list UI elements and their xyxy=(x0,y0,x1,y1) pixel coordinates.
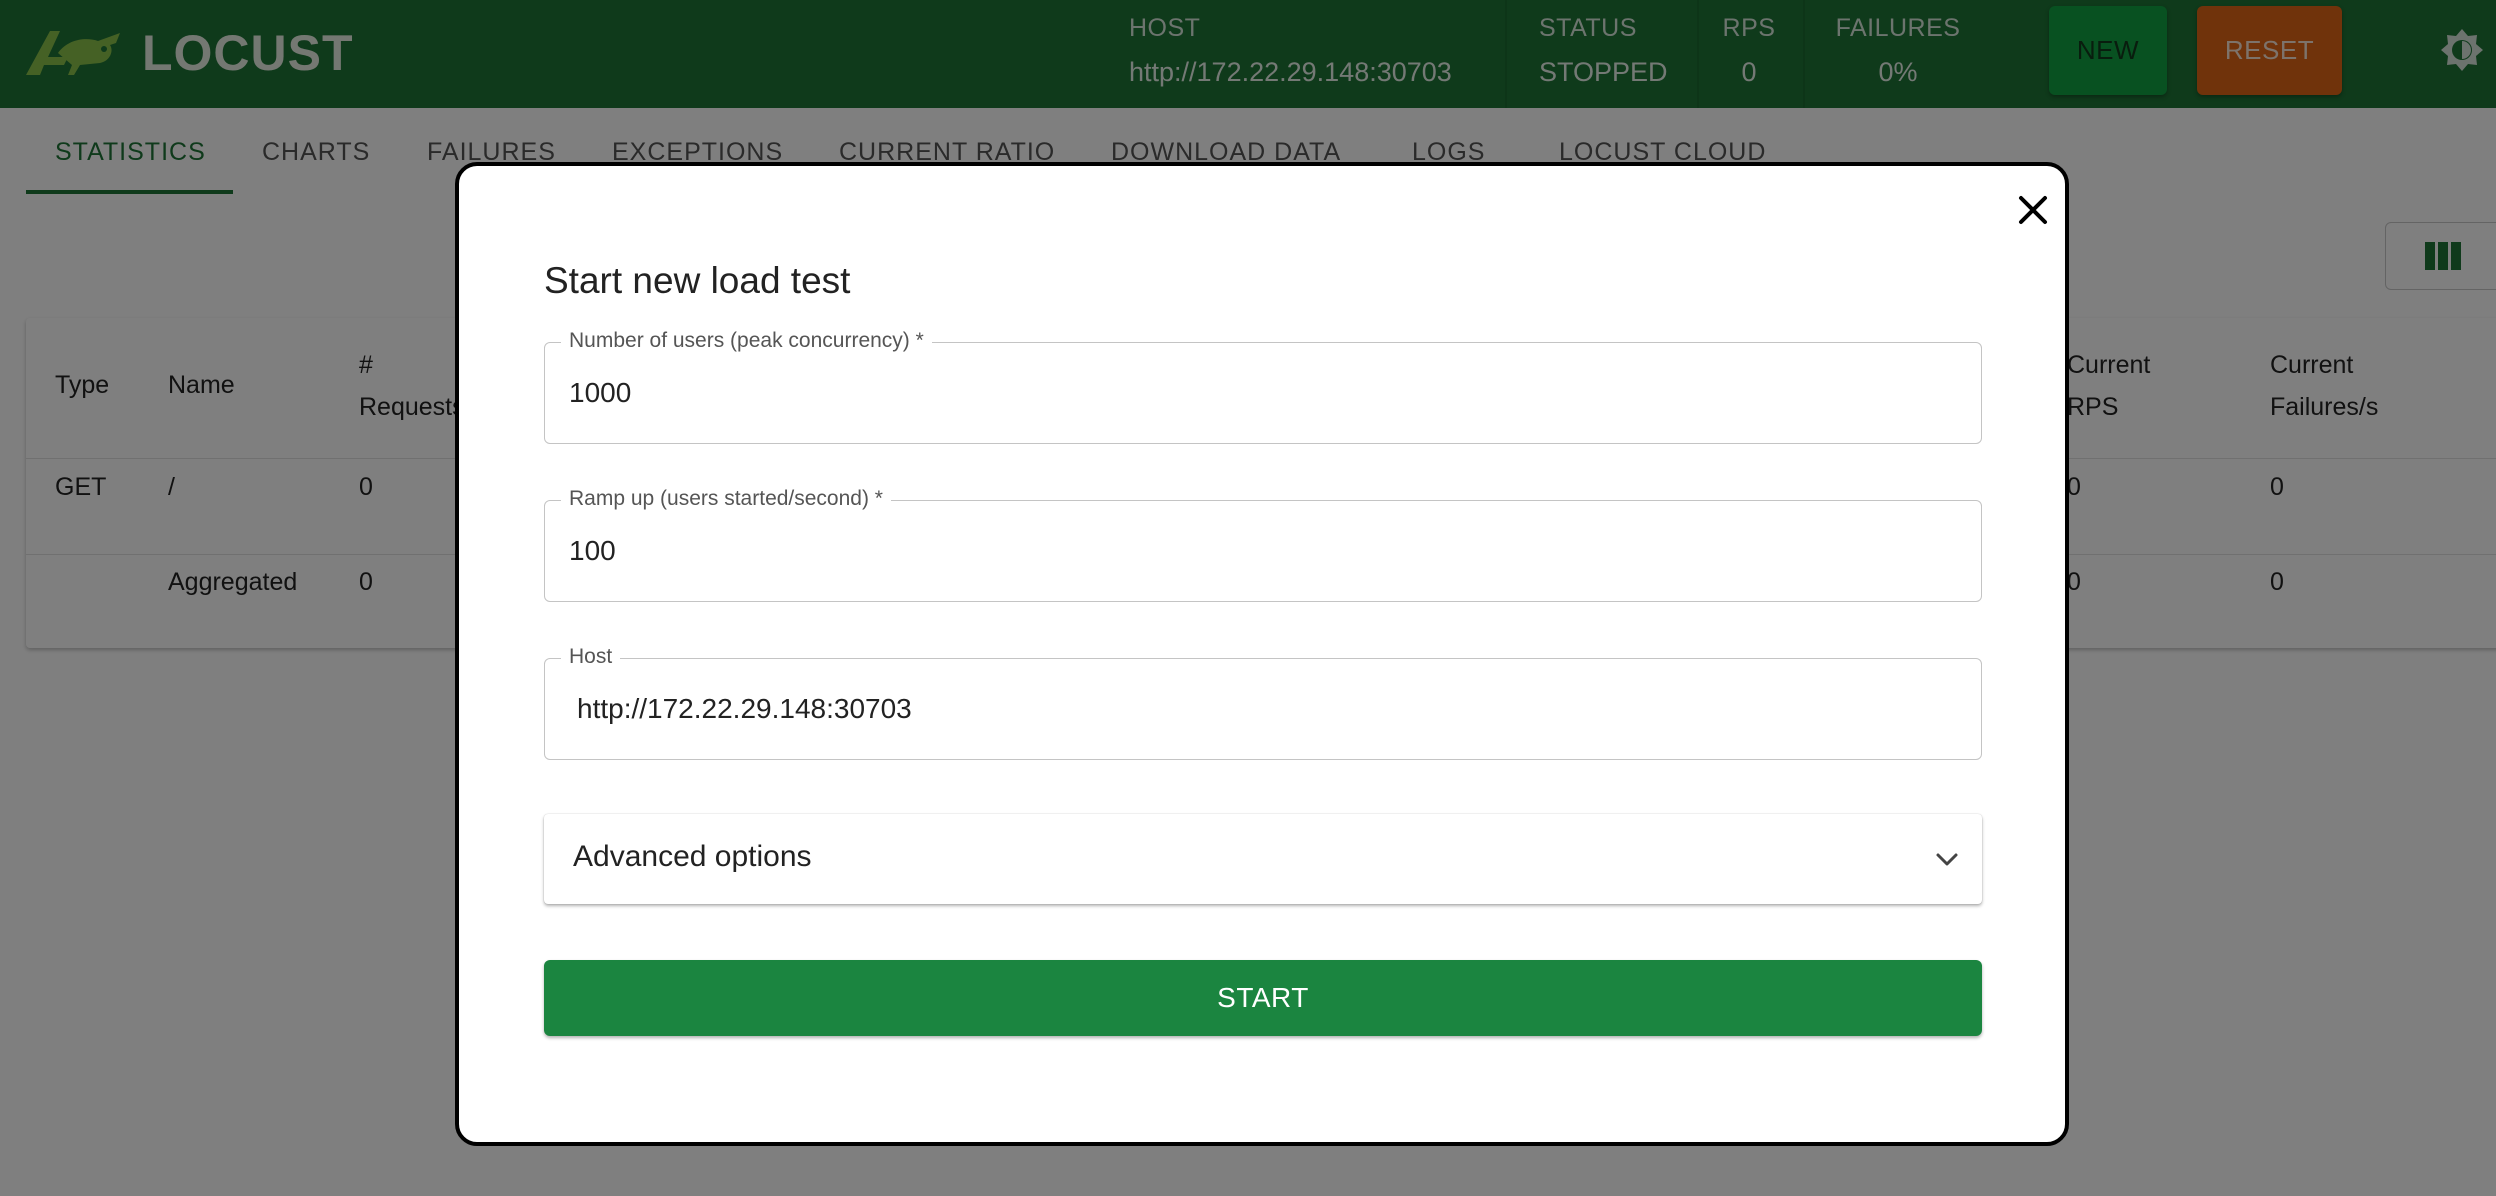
host-field-label: Host xyxy=(561,645,621,669)
advanced-options-label: Advanced options xyxy=(573,840,812,873)
advanced-options-accordion[interactable]: Advanced options xyxy=(544,814,1982,904)
users-input[interactable] xyxy=(569,373,1949,413)
host-input[interactable] xyxy=(577,689,1957,729)
start-test-dialog: Start new load test Number of users (pea… xyxy=(455,162,2069,1146)
dialog-title: Start new load test xyxy=(544,260,851,301)
ramp-up-field[interactable]: Ramp up (users started/second) * xyxy=(544,487,1982,602)
ramp-up-input[interactable] xyxy=(569,531,1949,571)
host-field[interactable]: Host xyxy=(544,645,1982,760)
close-icon[interactable] xyxy=(2011,188,2055,232)
ramp-up-field-label: Ramp up (users started/second) * xyxy=(561,487,891,511)
users-field[interactable]: Number of users (peak concurrency) * xyxy=(544,329,1982,444)
chevron-down-icon xyxy=(1936,853,1958,866)
users-field-label: Number of users (peak concurrency) * xyxy=(561,329,932,353)
start-button[interactable]: START xyxy=(544,960,1982,1036)
